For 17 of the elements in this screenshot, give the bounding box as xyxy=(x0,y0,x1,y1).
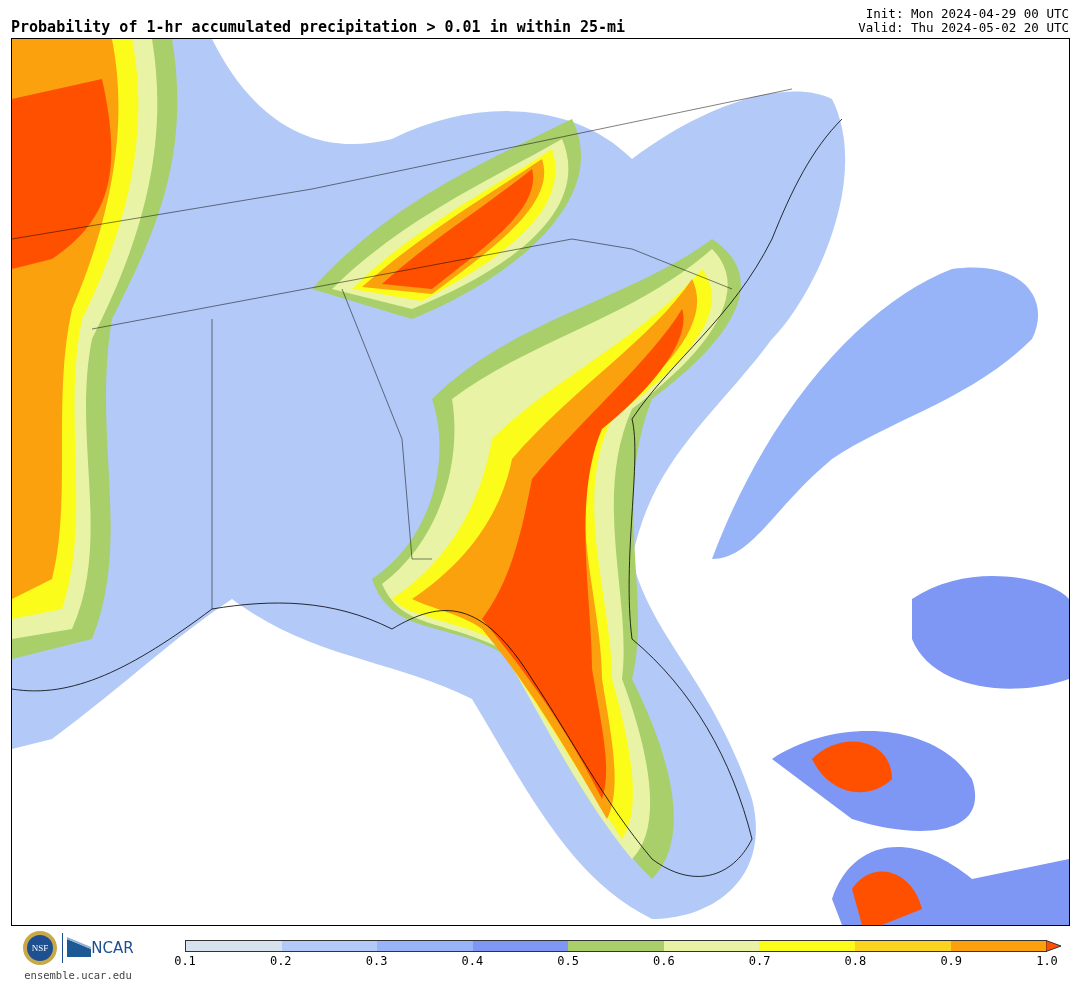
tick-label: 0.8 xyxy=(844,955,867,967)
tick-label: 0.1 xyxy=(174,955,196,967)
init-time: Init: Mon 2024-04-29 00 UTC xyxy=(865,7,1069,21)
seal-logo: NSF xyxy=(22,930,59,966)
tick-label: 0.2 xyxy=(269,955,292,967)
tick-label: 0.7 xyxy=(748,955,771,967)
chart-title: Probability of 1-hr accumulated precipitation > 0.01 in within 25-mi xyxy=(11,20,626,35)
tick-label: 0.9 xyxy=(940,955,963,967)
tick-label: 0.3 xyxy=(365,955,388,967)
ncar-logo-icon xyxy=(67,937,92,959)
tick-label: 0.6 xyxy=(653,955,675,967)
tick-label: 0.5 xyxy=(557,955,579,967)
logo-text: NCAR xyxy=(91,937,134,959)
tick-label: 1.0 xyxy=(1036,955,1058,967)
valid-time: Valid: Thu 2024-05-02 20 UTC xyxy=(858,21,1069,35)
tick-label: 0.4 xyxy=(461,955,484,967)
website-url: ensemble.ucar.edu xyxy=(24,968,132,983)
